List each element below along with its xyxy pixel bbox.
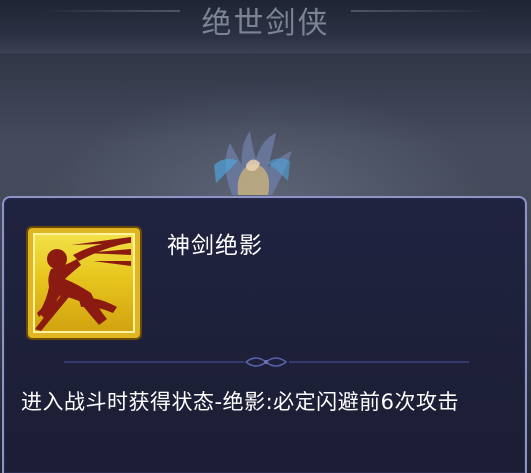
title-banner: 绝世剑侠	[0, 0, 531, 53]
skill-name: 神剑绝影	[167, 233, 263, 259]
skill-tooltip: 神剑绝影 进入战斗时获得状态-绝影:必定闪避前6次攻击	[2, 196, 527, 473]
ornamental-divider	[64, 357, 469, 367]
hero-character-image	[214, 131, 292, 195]
dashing-swordsman-icon	[28, 228, 140, 338]
skill-description: 进入战斗时获得状态-绝影:必定闪避前6次攻击	[21, 390, 460, 414]
hero-title: 绝世剑侠	[201, 6, 330, 41]
game-screen: 绝世剑侠 神剑绝影 进入战斗时获得状态-绝影:必定闪避前6次攻击	[0, 0, 531, 473]
